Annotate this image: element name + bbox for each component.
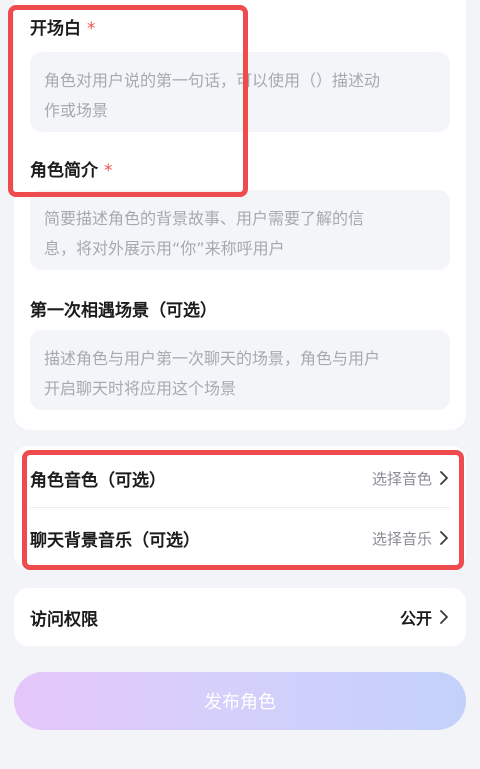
access-row[interactable]: 访问权限 公开 <box>30 602 450 632</box>
publish-button[interactable]: 发布角色 <box>14 672 466 730</box>
chevron-right-icon <box>440 610 448 624</box>
highlight-box-opening-intro <box>8 5 248 197</box>
first-meet-label: 第一次相遇场景（可选） <box>30 301 217 321</box>
access-label: 访问权限 <box>30 609 98 630</box>
access-value: 公开 <box>399 609 432 628</box>
highlight-box-audio <box>22 450 464 570</box>
first-meet-textarea[interactable]: 描述角色与用户第一次聊天的场景，角色与用户 开启聊天时将应用这个场景 <box>30 330 450 410</box>
intro-textarea[interactable]: 简要描述角色的背景故事、用户需要了解的信 息，将对外展示用“你”来称呼用户 <box>30 190 450 270</box>
